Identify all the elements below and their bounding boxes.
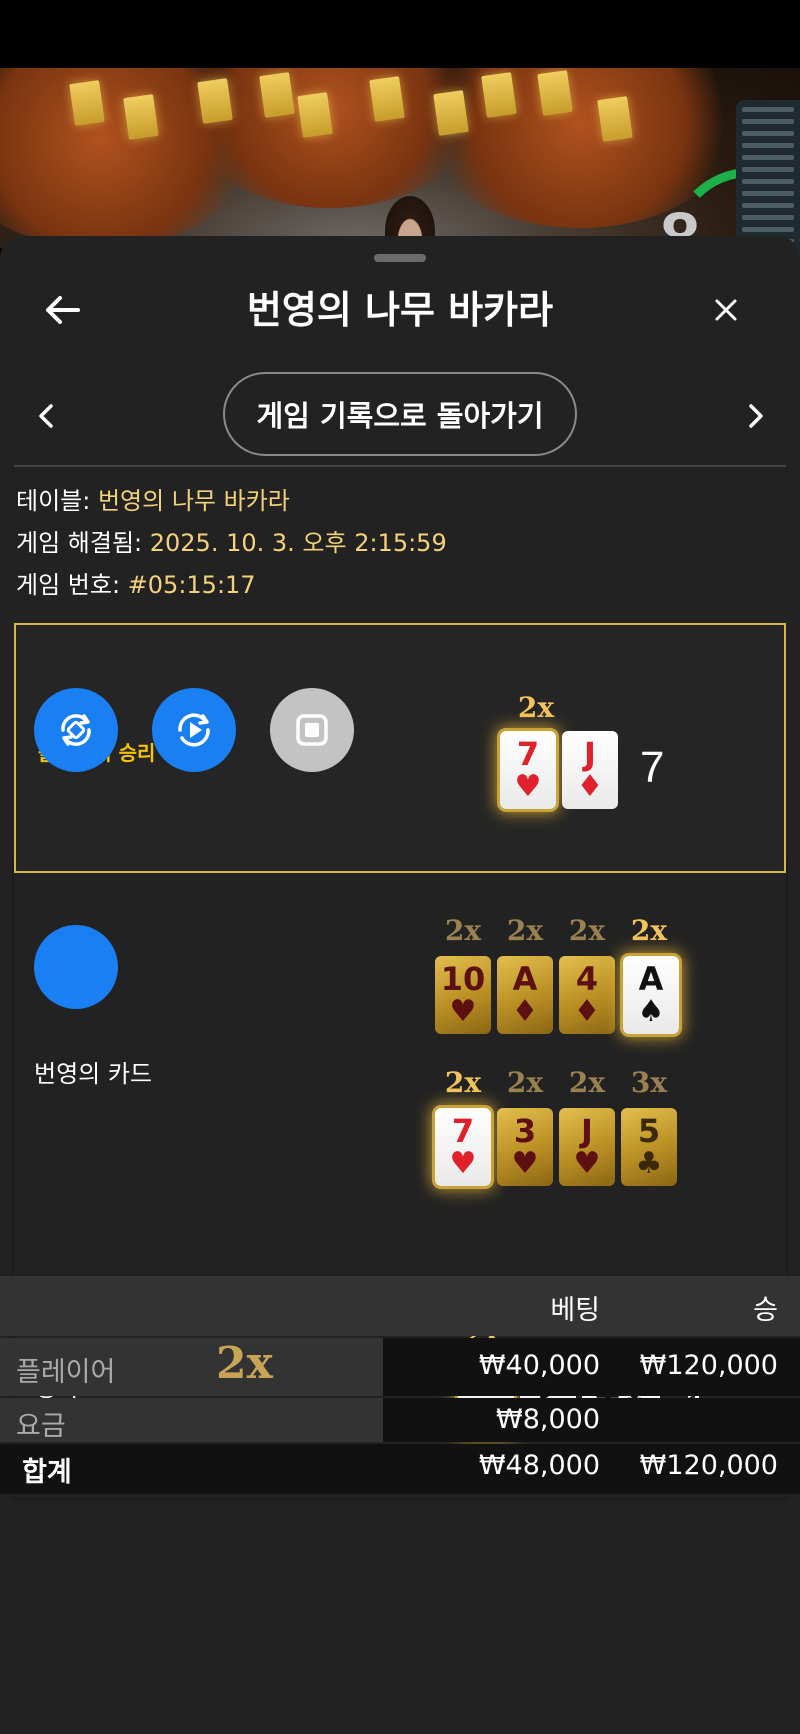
prosperity-multiplier: 3x	[630, 1066, 668, 1099]
prosperity-card: 5 ♣	[621, 1108, 677, 1186]
table-row: 플레이어 2x ₩40,000 ₩120,000	[0, 1338, 800, 1396]
resolved-info: 게임 해결됨: 2025. 10. 3. 오후 2:15:59	[16, 529, 447, 557]
prosperity-card: J ♥	[559, 1108, 615, 1186]
row-name: 요금	[16, 1411, 66, 1442]
prosperity-multiplier: 2x	[506, 914, 544, 947]
prosperity-label: 번영의 카드	[34, 1060, 153, 1088]
row-bet: ₩8,000	[496, 1404, 600, 1435]
chevron-right-icon	[749, 404, 763, 428]
table-header: 베팅 승	[0, 1276, 800, 1336]
prosperity-multiplier: 2x	[506, 1066, 544, 1099]
table-info: 테이블: 번영의 나무 바카라	[16, 487, 290, 515]
prosperity-multiplier: 2x	[444, 914, 482, 947]
row-bet: ₩48,000	[478, 1450, 600, 1481]
prosperity-multiplier: 2x	[630, 914, 668, 947]
replay-sync-button[interactable]	[34, 688, 118, 772]
prosperity-card: A ♠	[623, 956, 679, 1034]
status-bar	[0, 0, 800, 68]
prosperity-card: 7 ♥	[435, 1108, 491, 1186]
prosperity-card: 4 ♦	[559, 956, 615, 1034]
sync-icon	[61, 714, 91, 746]
prosperity-multiplier: 2x	[568, 914, 606, 947]
chevron-left-icon	[39, 404, 53, 428]
player-card-1: 7 ♥	[500, 731, 556, 809]
player-result-box: 플레이어 승리 2x 7 ♥ J ♦ 7	[14, 623, 786, 1009]
row-win: ₩120,000	[639, 1450, 778, 1481]
rewind-button[interactable]	[34, 925, 118, 1009]
header-bet: 베팅	[550, 1295, 600, 1326]
live-video-background: 8	[0, 68, 800, 248]
stop-icon	[296, 714, 328, 746]
table-row: 요금 ₩8,000	[0, 1398, 800, 1442]
prosperity-multiplier: 2x	[444, 1066, 482, 1099]
header-win: 승	[753, 1295, 778, 1326]
prosperity-card: A ♦	[497, 956, 553, 1034]
player-score: 7	[640, 743, 665, 792]
close-button[interactable]	[714, 282, 744, 338]
row-name: 플레이어	[16, 1357, 116, 1388]
replay-play-button[interactable]	[152, 688, 236, 772]
game-number-info: 게임 번호: #05:15:17	[16, 571, 256, 599]
table-row: 합계 ₩48,000 ₩120,000	[0, 1444, 800, 1494]
prosperity-multiplier: 2x	[568, 1066, 606, 1099]
next-game-button[interactable]	[736, 386, 776, 446]
row-name: 합계	[22, 1457, 72, 1488]
row-bet: ₩40,000	[478, 1350, 600, 1381]
prosperity-card: 3 ♥	[497, 1108, 553, 1186]
replay-play-icon	[178, 713, 210, 747]
row-win: ₩120,000	[639, 1350, 778, 1381]
drag-handle[interactable]	[374, 254, 426, 262]
back-to-history-button[interactable]: 게임 기록으로 돌아가기	[223, 372, 577, 456]
row-multiplier: 2x	[216, 1338, 273, 1389]
game-history-sheet: 번영의 나무 바카라 게임 기록으로 돌아가기 테이블: 번영의 나무 바카라 …	[0, 236, 800, 1734]
divider	[14, 465, 786, 467]
player-multiplier: 2x	[517, 691, 555, 724]
sheet-title: 번영의 나무 바카라	[246, 288, 554, 332]
previous-game-button[interactable]	[26, 386, 66, 446]
stop-button[interactable]	[270, 688, 354, 772]
prosperity-card: 10 ♥	[435, 956, 491, 1034]
player-card-2: J ♦	[562, 731, 618, 809]
close-icon	[715, 299, 737, 321]
